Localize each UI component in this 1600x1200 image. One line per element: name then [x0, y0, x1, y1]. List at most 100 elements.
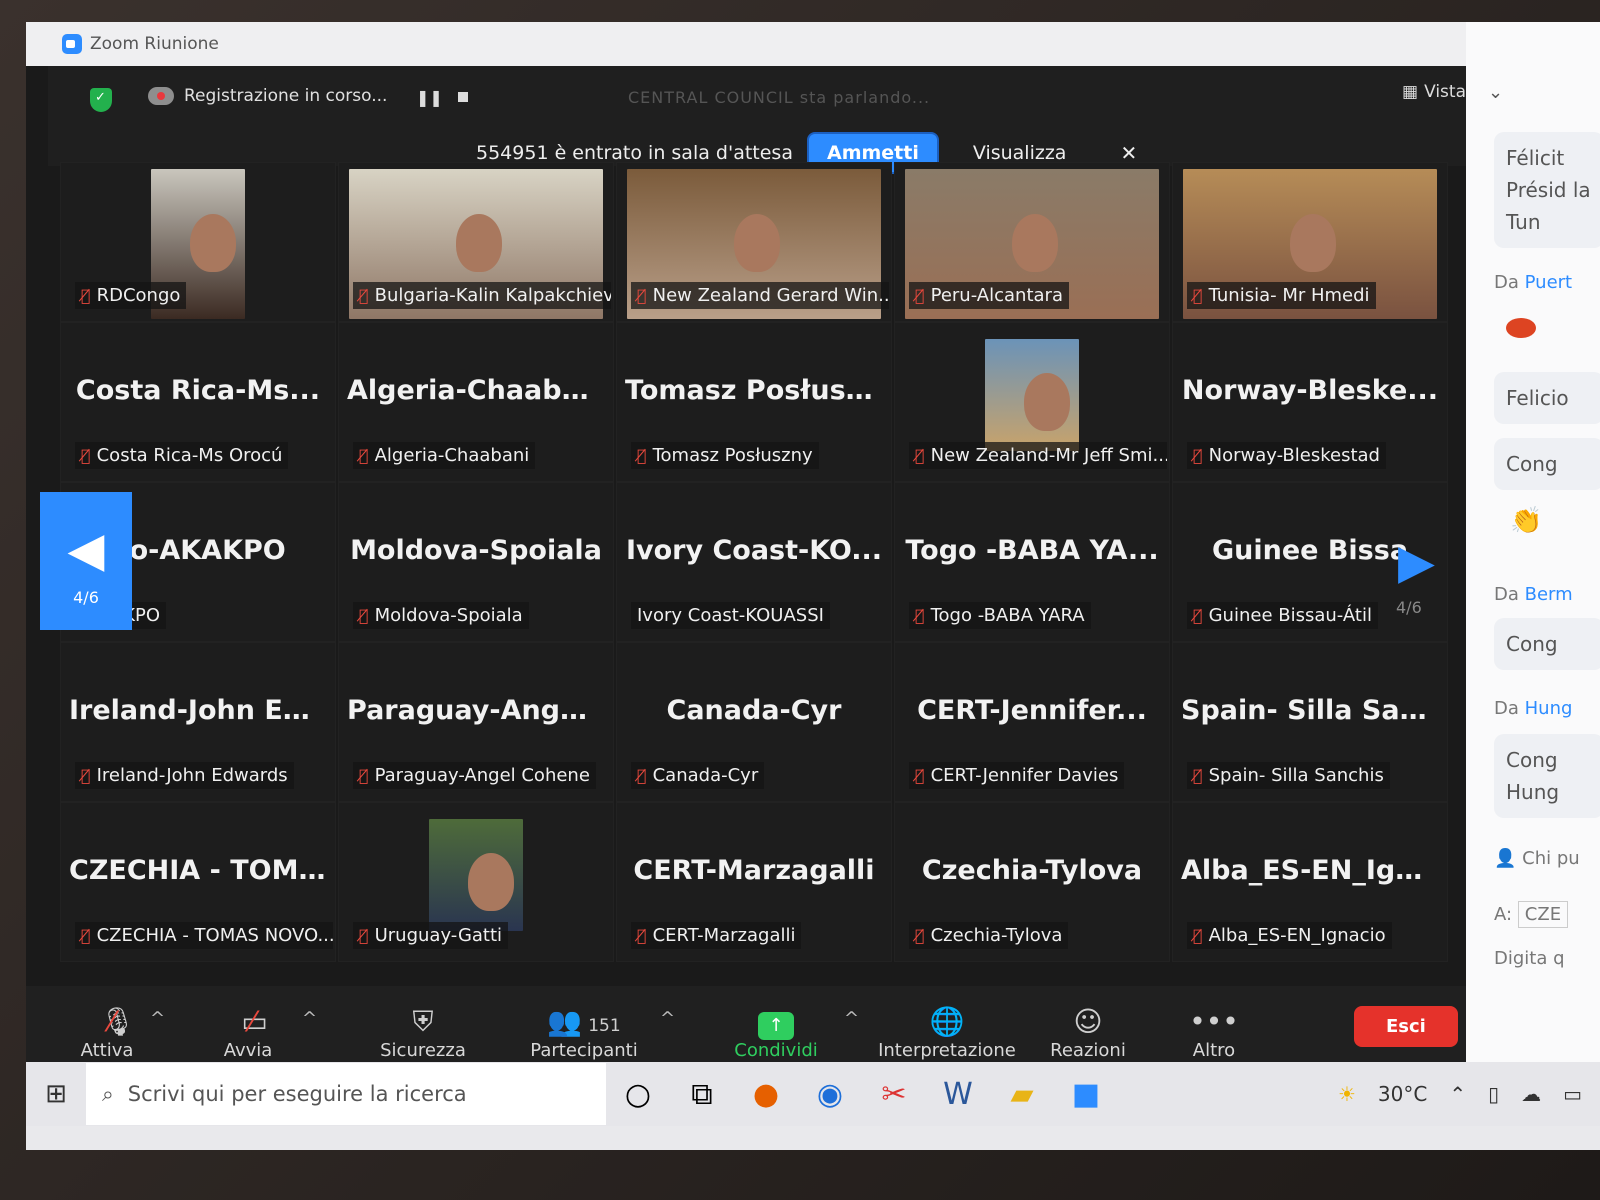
- participant-tile[interactable]: 🎙̸ New Zealand Gerard Win...: [616, 162, 892, 322]
- window-title: Zoom Riunione: [90, 34, 219, 54]
- zoom-logo-icon: [62, 34, 82, 54]
- desktop-screen: Zoom Riunione Registrazione in corso... …: [26, 22, 1600, 1150]
- video-off-icon: ▭⁄: [241, 1005, 268, 1038]
- participant-tile[interactable]: 🎙̸ New Zealand-Mr Jeff Smi...: [894, 322, 1170, 482]
- leave-meeting-button[interactable]: Esci: [1354, 1006, 1458, 1047]
- muted-microphone-icon: 🎙̸: [1193, 606, 1203, 625]
- participant-tile[interactable]: 🎙̸ RDCongo: [60, 162, 336, 322]
- participant-name: Tunisia- Mr Hmedi: [1208, 285, 1370, 306]
- participant-tile[interactable]: Togo -BABA YA... 🎙̸ Togo -BABA YARA: [894, 482, 1170, 642]
- participant-tile[interactable]: Alba_ES-EN_Ign... 🎙̸ Alba_ES-EN_Ignacio: [1172, 802, 1448, 962]
- stop-recording-icon[interactable]: [458, 92, 468, 102]
- cortana-icon[interactable]: ○: [606, 1077, 670, 1112]
- participant-name-label: 🎙̸ Ireland-John Edwards: [75, 762, 294, 789]
- participant-name: Canada-Cyr: [652, 765, 759, 786]
- pause-recording-icon[interactable]: ❚❚: [416, 88, 443, 107]
- weather-icon[interactable]: ☀: [1338, 1082, 1356, 1106]
- taskbar-search[interactable]: ⌕ Scrivi qui per eseguire la ricerca: [86, 1063, 606, 1125]
- snipping-tool-icon[interactable]: ✂: [862, 1077, 926, 1112]
- reactions-button[interactable]: ☺ Reazioni: [1050, 1004, 1126, 1061]
- participant-tile[interactable]: Costa Rica-Ms... 🎙̸ Costa Rica-Ms Orocú: [60, 322, 336, 482]
- participant-name: Costa Rica-Ms Orocú: [96, 445, 283, 466]
- participant-name-label: 🎙̸ CERT-Jennifer Davies: [909, 762, 1125, 789]
- participants-button[interactable]: 👥 151 Partecipanti: [530, 1004, 638, 1061]
- onedrive-cloud-icon[interactable]: ☁: [1521, 1082, 1541, 1106]
- chat-sender-name: Hung: [1524, 698, 1573, 719]
- muted-microphone-icon: 🎙̸: [1193, 766, 1203, 785]
- participant-display-name: CZECHIA - TOM...: [69, 855, 330, 886]
- chat-privacy-info[interactable]: 👤 Chi pu: [1494, 848, 1580, 869]
- system-tray: ☀ 30°C ⌃ ▯ ☁ ▭: [1338, 1062, 1600, 1126]
- word-icon[interactable]: W: [926, 1077, 990, 1112]
- task-view-icon[interactable]: ⧉: [670, 1077, 734, 1112]
- audio-options-caret-icon[interactable]: ^: [150, 1008, 165, 1029]
- participant-name-label: 🎙̸ Moldova-Spoiala: [353, 602, 529, 629]
- chat-collapse-chevron-icon[interactable]: ⌄: [1488, 82, 1503, 103]
- participant-tile[interactable]: Ivory Coast-KO... Ivory Coast-KOUASSI: [616, 482, 892, 642]
- zoom-app-icon[interactable]: ■: [1054, 1077, 1118, 1112]
- participant-tile[interactable]: Tomasz Posłuszny 🎙̸ Tomasz Posłuszny: [616, 322, 892, 482]
- interpretation-button[interactable]: 🌐 Interpretazione: [878, 1004, 1016, 1061]
- participant-tile[interactable]: 🎙̸ Uruguay-Gatti: [338, 802, 614, 962]
- participants-icon: 👥 151: [547, 1005, 621, 1038]
- share-options-caret-icon[interactable]: ^: [844, 1008, 859, 1029]
- muted-microphone-icon: 🎙̸: [359, 926, 369, 945]
- participant-display-name: Costa Rica-Ms...: [75, 375, 321, 406]
- participant-name-label: 🎙̸ Uruguay-Gatti: [353, 922, 509, 949]
- more-button[interactable]: ••• Altro: [1186, 1004, 1242, 1061]
- tray-chevron-up-icon[interactable]: ⌃: [1449, 1082, 1466, 1106]
- previous-page-button[interactable]: ◀ 4/6: [40, 492, 132, 630]
- active-speaker-text: CENTRAL COUNCIL sta parlando...: [628, 88, 931, 107]
- participant-tile[interactable]: 🎙̸ Peru-Alcantara: [894, 162, 1170, 322]
- participant-name-label: 🎙̸ Algeria-Chaabani: [353, 442, 536, 469]
- browser-icon[interactable]: ◉: [798, 1077, 862, 1112]
- participant-tile[interactable]: CZECHIA - TOM... 🎙̸ CZECHIA - TOMAS NOVO..…: [60, 802, 336, 962]
- chat-panel: ⌄ Félicit Présid la Tun Da Puert Felicio…: [1466, 22, 1600, 1086]
- muted-microphone-icon: 🎙̸: [637, 766, 647, 785]
- security-button[interactable]: ⛨ Sicurezza: [378, 1004, 468, 1061]
- participant-tile[interactable]: Paraguay-Angel... 🎙̸ Paraguay-Angel Cohene: [338, 642, 614, 802]
- file-explorer-icon[interactable]: ▰: [990, 1077, 1054, 1112]
- encryption-shield-icon[interactable]: [90, 88, 112, 112]
- windows-start-icon[interactable]: ⊞: [26, 1079, 86, 1109]
- video-options-caret-icon[interactable]: ^: [302, 1008, 317, 1029]
- participant-tile[interactable]: Spain- Silla San... 🎙̸ Spain- Silla Sanchi…: [1172, 642, 1448, 802]
- page-indicator-right: 4/6: [1396, 598, 1422, 617]
- more-dots-icon: •••: [1189, 1005, 1239, 1038]
- participant-tile[interactable]: Algeria-Chaabani 🎙̸ Algeria-Chaabani: [338, 322, 614, 482]
- participant-tile[interactable]: Canada-Cyr 🎙̸ Canada-Cyr: [616, 642, 892, 802]
- participant-name: New Zealand-Mr Jeff Smi...: [930, 445, 1167, 466]
- participants-caret-icon[interactable]: ^: [660, 1008, 675, 1029]
- chat-input[interactable]: Digita q: [1494, 948, 1565, 969]
- battery-icon[interactable]: ▭: [1563, 1082, 1582, 1106]
- participant-display-name: Alba_ES-EN_Ign...: [1181, 855, 1446, 886]
- participant-name-label: 🎙̸ Paraguay-Angel Cohene: [353, 762, 596, 789]
- firefox-icon[interactable]: ●: [734, 1077, 798, 1112]
- security-shield-icon: ⛨: [412, 1005, 434, 1038]
- chat-recipient[interactable]: A: CZE: [1494, 901, 1569, 928]
- view-button[interactable]: ▦ Vista: [1402, 82, 1466, 102]
- participant-tile[interactable]: Moldova-Spoiala 🎙̸ Moldova-Spoiala: [338, 482, 614, 642]
- chat-message: Cong Hung: [1494, 734, 1600, 818]
- waiting-room-text: 554951 è entrato in sala d'attesa: [476, 142, 793, 164]
- chat-sender-prefix: Da: [1494, 584, 1519, 605]
- participant-name-label: 🎙̸ Bulgaria-Kalin Kalpakchiev: [353, 282, 611, 309]
- participant-tile[interactable]: 🎙̸ Bulgaria-Kalin Kalpakchiev: [338, 162, 614, 322]
- chat-sender-name: Berm: [1524, 584, 1573, 605]
- next-page-icon[interactable]: ▶: [1398, 534, 1435, 590]
- interpretation-label: Interpretazione: [878, 1040, 1016, 1061]
- view-waiting-button[interactable]: Visualizza: [953, 142, 1087, 164]
- participant-tile[interactable]: Czechia-Tylova 🎙̸ Czechia-Tylova: [894, 802, 1170, 962]
- participant-tile[interactable]: CERT-Jennifer... 🎙̸ CERT-Jennifer Davies: [894, 642, 1170, 802]
- tray-device-icon[interactable]: ▯: [1488, 1082, 1499, 1106]
- participant-tile[interactable]: Norway-Bleske... 🎙̸ Norway-Bleskestad: [1172, 322, 1448, 482]
- participant-name-label: 🎙̸ Canada-Cyr: [631, 762, 765, 789]
- participant-tile[interactable]: Ireland-John Ed... 🎙̸ Ireland-John Edwards: [60, 642, 336, 802]
- participant-tile[interactable]: CERT-Marzagalli 🎙̸ CERT-Marzagalli: [616, 802, 892, 962]
- muted-microphone-icon: 🎙̸: [915, 926, 925, 945]
- chat-recipient-select[interactable]: CZE: [1517, 901, 1569, 928]
- muted-microphone-icon: 🎙̸: [359, 286, 369, 305]
- participant-name: Peru-Alcantara: [930, 285, 1063, 306]
- chat-message: Felicio: [1494, 372, 1600, 424]
- participant-tile[interactable]: 🎙̸ Tunisia- Mr Hmedi: [1172, 162, 1448, 322]
